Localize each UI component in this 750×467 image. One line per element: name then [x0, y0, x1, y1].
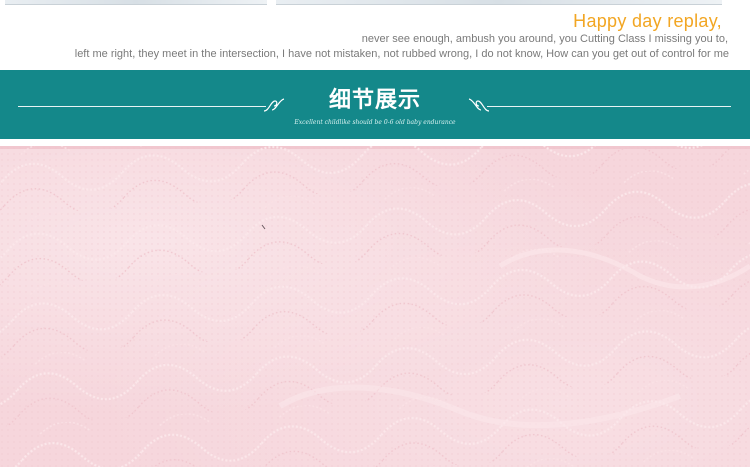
banner-divider-left [18, 106, 266, 107]
section-title: 细节展示 [328, 87, 421, 112]
banner-divider-right [487, 106, 731, 107]
knit-pattern [0, 146, 750, 467]
tagline-line-2: left me right, they meet in the intersec… [74, 48, 729, 60]
section-subtitle: Excellent childlike should be 0-6 old ba… [294, 119, 456, 126]
swirl-ornament-right-icon [468, 98, 490, 112]
swirl-ornament-left-icon [263, 98, 285, 112]
top-photo-strip [0, 0, 750, 6]
product-photo-left [5, 0, 267, 5]
tagline-line-1: never see enough, ambush you around, you… [361, 33, 728, 45]
headline: Happy day replay, [573, 11, 722, 31]
section-banner: 细节展示 Excellent childlike should be 0-6 o… [0, 70, 750, 139]
fabric-detail-image [0, 146, 750, 467]
product-photo-right [276, 0, 722, 5]
